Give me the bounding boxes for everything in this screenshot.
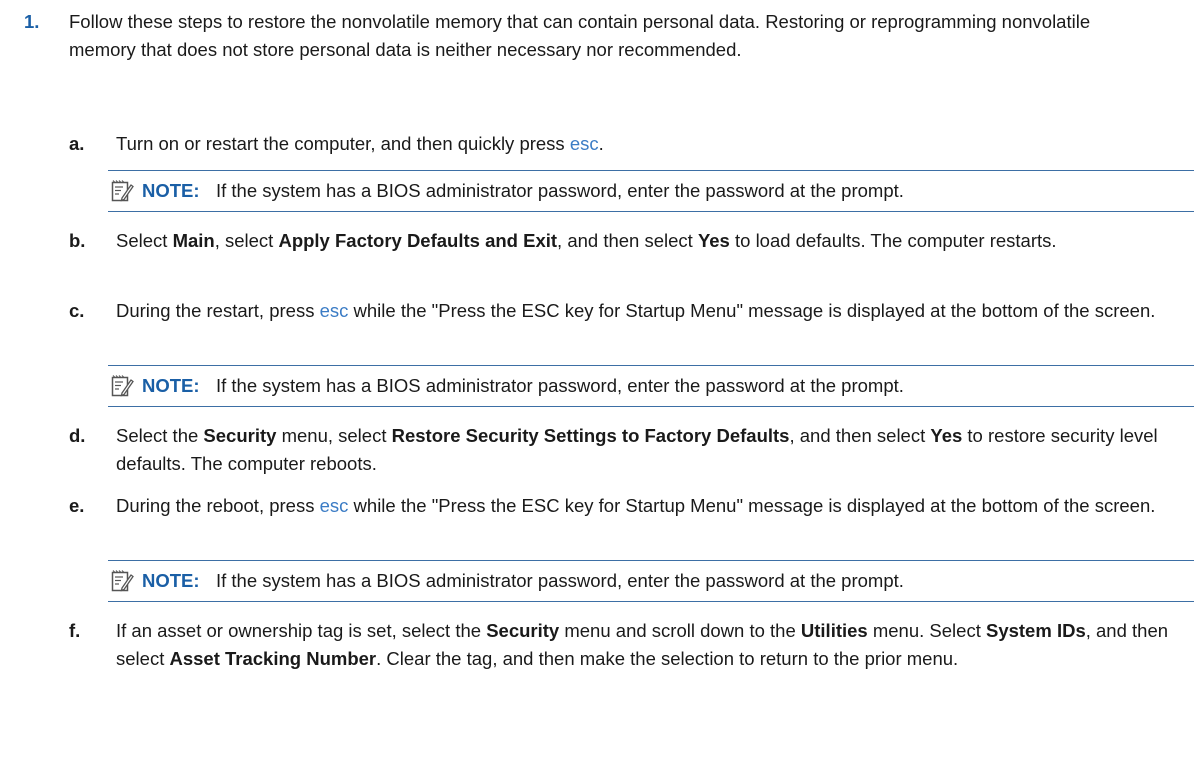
note-pencil-icon bbox=[111, 180, 134, 202]
substep-letter: a. bbox=[69, 133, 85, 154]
note-pencil-icon bbox=[111, 375, 134, 397]
substep-text: Select the Security menu, select Restore… bbox=[116, 425, 1158, 474]
substep-text: During the reboot, press esc while the "… bbox=[116, 495, 1156, 516]
substep-text: During the restart, press esc while the … bbox=[116, 300, 1156, 321]
menu-main: Main bbox=[172, 230, 215, 251]
option-yes: Yes bbox=[697, 230, 730, 251]
note-box: NOTE: If the system has a BIOS administr… bbox=[108, 560, 1194, 602]
menu-asset-tracking-number: Asset Tracking Number bbox=[169, 648, 377, 669]
menu-apply-factory-defaults: Apply Factory Defaults and Exit bbox=[278, 230, 558, 251]
substep-letter: d. bbox=[69, 425, 86, 446]
note-label: NOTE: bbox=[142, 570, 200, 591]
esc-key: esc bbox=[569, 133, 599, 154]
substep-text: Turn on or restart the computer, and the… bbox=[116, 133, 604, 154]
note-label: NOTE: bbox=[142, 180, 200, 201]
menu-security: Security bbox=[486, 620, 560, 641]
option-yes: Yes bbox=[930, 425, 963, 446]
note-box: NOTE: If the system has a BIOS administr… bbox=[108, 365, 1194, 407]
menu-utilities: Utilities bbox=[800, 620, 868, 641]
substep-text: If an asset or ownership tag is set, sel… bbox=[116, 620, 1169, 669]
step-number: 1. bbox=[24, 11, 40, 32]
substep-letter: e. bbox=[69, 495, 85, 516]
note-box: NOTE: If the system has a BIOS administr… bbox=[108, 170, 1194, 212]
substep-letter: f. bbox=[69, 620, 81, 641]
menu-restore-security-settings: Restore Security Settings to Factory Def… bbox=[391, 425, 790, 446]
substep-letter: b. bbox=[69, 230, 86, 251]
note-label: NOTE: bbox=[142, 375, 200, 396]
menu-security: Security bbox=[203, 425, 277, 446]
esc-key: esc bbox=[319, 300, 349, 321]
note-text: If the system has a BIOS administrator p… bbox=[216, 180, 904, 201]
step-text: Follow these steps to restore the nonvol… bbox=[69, 11, 1091, 60]
substep-text: Select Main, select Apply Factory Defaul… bbox=[116, 230, 1057, 251]
substep-letter: c. bbox=[69, 300, 85, 321]
note-pencil-icon bbox=[111, 570, 134, 592]
note-text: If the system has a BIOS administrator p… bbox=[216, 570, 904, 591]
note-text: If the system has a BIOS administrator p… bbox=[216, 375, 904, 396]
menu-system-ids: System IDs bbox=[985, 620, 1086, 641]
esc-key: esc bbox=[319, 495, 349, 516]
